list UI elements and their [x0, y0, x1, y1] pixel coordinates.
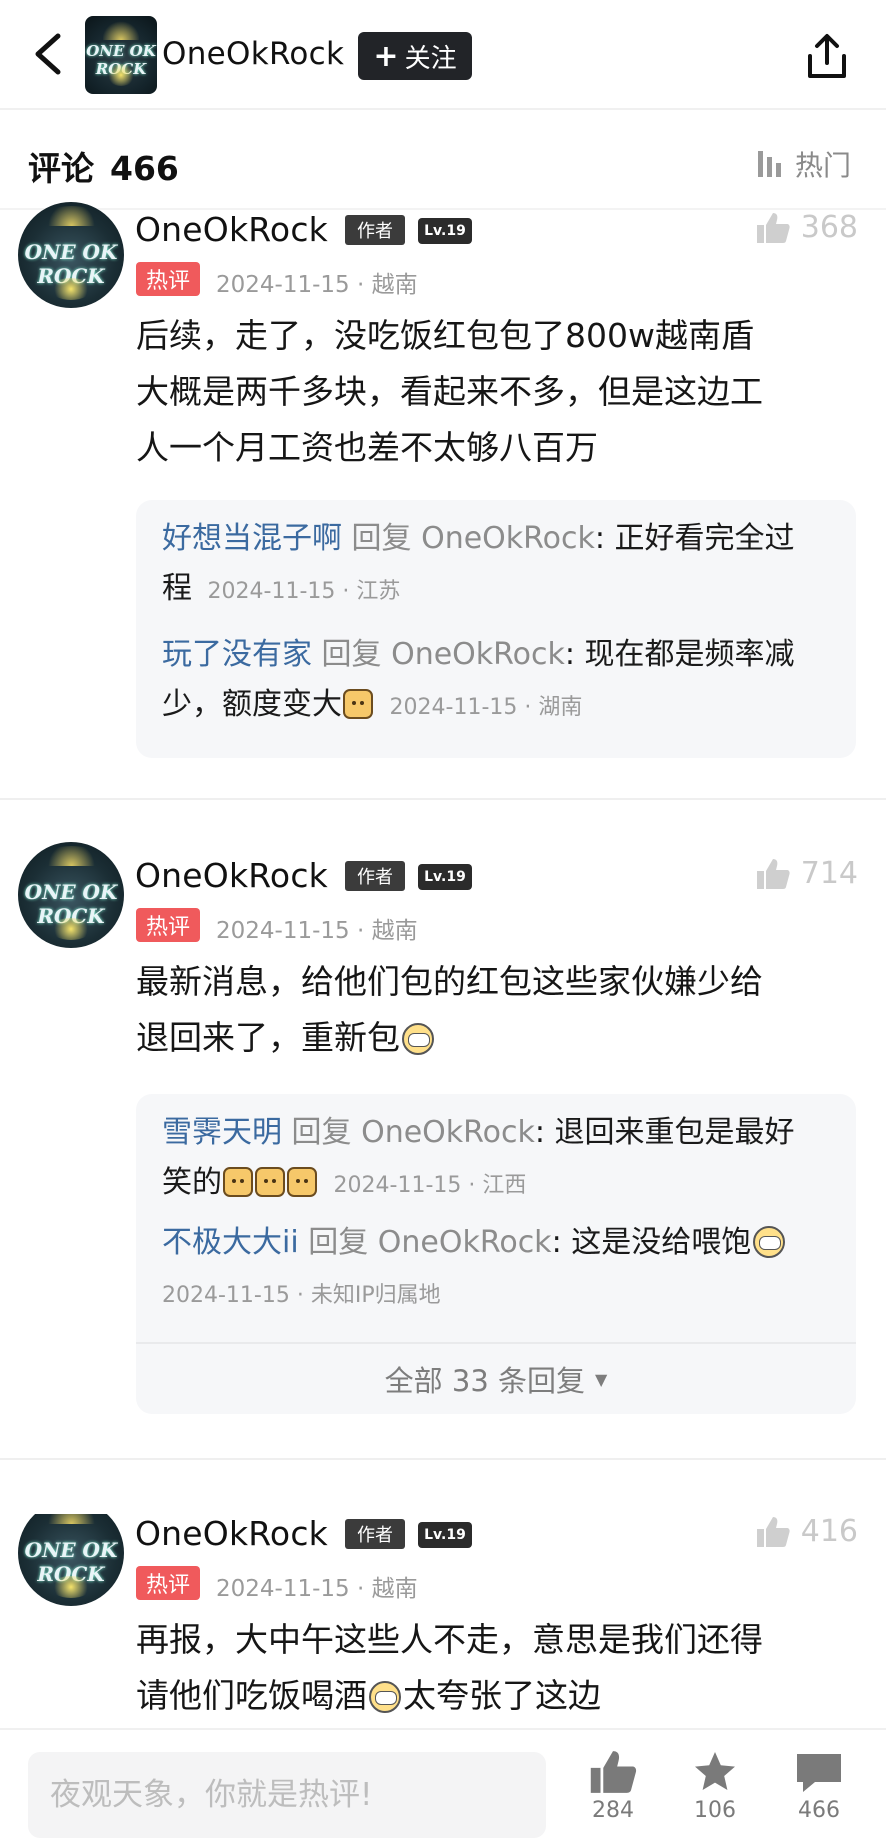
avatar[interactable]: ONE OK ROCK	[85, 16, 157, 94]
reply-meta: 2024-11-15 · 湖南	[389, 695, 583, 720]
follow-button[interactable]: + 关注	[358, 32, 472, 80]
like-count: 284	[592, 1798, 634, 1823]
grin-emoji-icon	[753, 1226, 786, 1258]
level-badge: Lv.19	[418, 1522, 472, 1548]
reply-meta: 2024-11-15 · 未知IP归属地	[162, 1283, 441, 1308]
comment-username[interactable]: OneOkRock	[135, 856, 328, 895]
level-badge: Lv.19	[418, 864, 472, 890]
hot-badge: 热评	[136, 908, 200, 942]
reply-box: 雪霁天明 回复 OneOkRock: 退回来重包是最好 笑的 2024-11-1…	[136, 1094, 856, 1414]
cat-emoji-icon	[255, 1167, 285, 1197]
grin-emoji-icon	[402, 1023, 434, 1055]
like-button[interactable]: 368	[755, 210, 858, 245]
thumbs-up-icon	[756, 212, 790, 243]
hot-badge: 热评	[136, 262, 200, 296]
like-count: 714	[800, 856, 858, 891]
like-count: 416	[800, 1514, 858, 1549]
share-icon[interactable]	[804, 32, 850, 82]
back-icon[interactable]	[28, 28, 72, 80]
reply-meta: 2024-11-15 · 江苏	[207, 579, 401, 604]
thumbs-up-icon	[756, 858, 790, 889]
comment-text[interactable]: 最新消息，给他们包的红包这些家伙嫌少给 退回来了，重新包	[136, 954, 856, 1066]
comments-header: 评论 466 热门	[0, 112, 886, 210]
like-button[interactable]: 714	[755, 856, 858, 891]
comment-text[interactable]: 再报，大中午这些人不走，意思是我们还得 请他们吃饭喝酒 太夸张了这边	[136, 1612, 856, 1724]
reply-item[interactable]: 不极大大ii 回复 OneOkRock: 这是没给喂饱 2024-11-15 ·…	[162, 1218, 842, 1321]
reply-username: 玩了没有家	[162, 637, 312, 672]
comment-meta: 2024-11-15 · 越南	[216, 918, 418, 944]
cat-emoji-icon	[287, 1167, 317, 1197]
comment-count: 466	[798, 1798, 840, 1823]
avatar[interactable]: ONE OK ROCK	[18, 842, 124, 948]
star-icon	[695, 1752, 735, 1790]
favorite-count: 106	[694, 1798, 736, 1823]
favorite-action-button[interactable]: 106	[670, 1748, 760, 1823]
reply-item[interactable]: 雪霁天明 回复 OneOkRock: 退回来重包是最好 笑的 2024-11-1…	[162, 1108, 842, 1211]
follow-label: 关注	[404, 43, 457, 74]
thumbs-up-icon	[756, 1516, 790, 1547]
avatar[interactable]: ONE OK ROCK	[18, 1514, 124, 1606]
cat-emoji-icon	[343, 689, 373, 719]
username[interactable]: OneOkRock	[162, 36, 344, 72]
avatar[interactable]: ONE OK ROCK	[18, 202, 124, 308]
author-badge: 作者	[345, 1519, 405, 1549]
reply-username: 好想当混子啊	[162, 521, 342, 556]
comment-bubble-icon	[797, 1754, 841, 1792]
comment-item: ONE OK ROCK OneOkRock 作者 Lv.19 714 热评 20…	[0, 842, 886, 1456]
divider	[0, 798, 886, 800]
comment-action-button[interactable]: 466	[774, 1748, 864, 1823]
comments-title: 评论 466	[28, 149, 179, 188]
comment-meta: 2024-11-15 · 越南	[216, 272, 418, 298]
bottom-bar: 284 106 466	[0, 1728, 886, 1840]
all-replies-button[interactable]: 全部 33 条回复 ▼	[136, 1342, 856, 1414]
sort-icon	[758, 151, 781, 177]
sort-button[interactable]: 热门	[755, 144, 851, 184]
plus-icon: +	[373, 38, 399, 74]
reply-username: 不极大大ii	[162, 1225, 299, 1260]
author-badge: 作者	[345, 861, 405, 891]
reply-box: 好想当混子啊 回复 OneOkRock: 正好看完全过 程 2024-11-15…	[136, 500, 856, 758]
grin-emoji-icon	[369, 1681, 401, 1713]
thumbs-up-icon	[590, 1751, 637, 1793]
author-badge: 作者	[345, 215, 405, 245]
comment-input[interactable]	[28, 1752, 546, 1838]
comment-username[interactable]: OneOkRock	[135, 210, 328, 249]
sort-label: 热门	[795, 149, 852, 182]
divider	[0, 1458, 886, 1460]
comment-username[interactable]: OneOkRock	[135, 1514, 328, 1553]
like-action-button[interactable]: 284	[568, 1748, 658, 1823]
reply-item[interactable]: 玩了没有家 回复 OneOkRock: 现在都是频率减 少，额度变大 2024-…	[162, 630, 842, 733]
like-button[interactable]: 416	[755, 1514, 858, 1549]
comment-meta: 2024-11-15 · 越南	[216, 1576, 418, 1602]
comment-item: ONE OK ROCK OneOkRock 作者 Lv.19 416 热评 20…	[0, 1514, 886, 1728]
hot-badge: 热评	[136, 1566, 200, 1600]
reply-meta: 2024-11-15 · 江西	[333, 1173, 527, 1198]
reply-item[interactable]: 好想当混子啊 回复 OneOkRock: 正好看完全过 程 2024-11-15…	[162, 514, 842, 617]
cat-emoji-icon	[223, 1167, 253, 1197]
caret-down-icon: ▼	[595, 1369, 608, 1389]
reply-username: 雪霁天明	[162, 1115, 282, 1150]
level-badge: Lv.19	[418, 218, 472, 244]
top-bar: ONE OK ROCK OneOkRock + 关注	[0, 0, 886, 110]
like-count: 368	[800, 210, 858, 245]
comment-item: ONE OK ROCK OneOkRock 作者 Lv.19 368 热评 20…	[0, 202, 886, 800]
comment-text[interactable]: 后续，走了，没吃饭红包包了800w越南盾 大概是两千多块，看起来不多，但是这边工…	[136, 308, 856, 476]
comments-count: 466	[110, 149, 179, 188]
